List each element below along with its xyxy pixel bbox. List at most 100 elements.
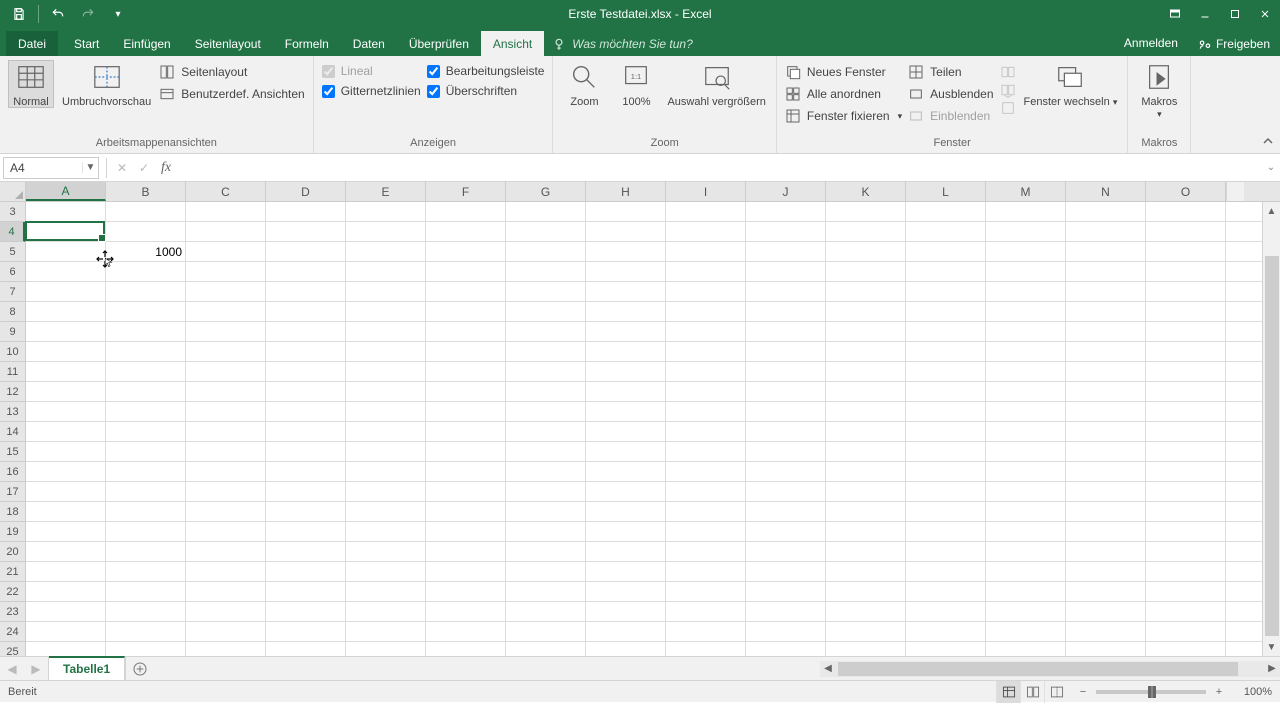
tell-me[interactable]: Was möchten Sie tun?	[544, 32, 1114, 56]
minimize-icon[interactable]	[1190, 0, 1220, 28]
tab-pagelayout[interactable]: Seitenlayout	[183, 31, 273, 56]
column-header[interactable]: B	[106, 182, 186, 201]
arrange-all-button[interactable]: Alle anordnen	[785, 86, 902, 102]
scroll-left-icon[interactable]: ◀	[820, 661, 836, 677]
column-header[interactable]: H	[586, 182, 666, 201]
scroll-up-icon[interactable]: ▲	[1263, 202, 1280, 220]
column-header[interactable]: C	[186, 182, 266, 201]
row-header[interactable]: 6	[0, 262, 25, 282]
row-header[interactable]: 4	[0, 222, 25, 242]
gridlines-checkbox[interactable]: Gitternetzlinien	[322, 84, 421, 98]
row-header[interactable]: 3	[0, 202, 25, 222]
headings-checkbox[interactable]: Überschriften	[427, 84, 545, 98]
column-header[interactable]: F	[426, 182, 506, 201]
row-header[interactable]: 16	[0, 462, 25, 482]
column-header[interactable]: O	[1146, 182, 1226, 201]
column-header[interactable]: I	[666, 182, 746, 201]
page-layout-view-button[interactable]: Seitenlayout	[159, 64, 304, 80]
row-header[interactable]: 14	[0, 422, 25, 442]
row-header[interactable]: 19	[0, 522, 25, 542]
zoom-level[interactable]: 100%	[1232, 686, 1272, 698]
row-header[interactable]: 17	[0, 482, 25, 502]
reset-window-button[interactable]	[1000, 100, 1016, 116]
row-header[interactable]: 20	[0, 542, 25, 562]
custom-views-button[interactable]: Benutzerdef. Ansichten	[159, 86, 304, 102]
column-header[interactable]: E	[346, 182, 426, 201]
expand-formula-bar-icon[interactable]: ⌄	[1262, 162, 1280, 173]
column-header[interactable]: G	[506, 182, 586, 201]
tab-file[interactable]: Datei	[6, 31, 58, 56]
insert-function-icon[interactable]: fx	[155, 157, 177, 179]
zoom-in-icon[interactable]: +	[1212, 686, 1226, 698]
tab-data[interactable]: Daten	[341, 31, 397, 56]
vertical-scrollbar[interactable]: ▲ ▼	[1262, 202, 1280, 656]
status-page-layout-icon[interactable]	[1020, 681, 1044, 703]
row-header[interactable]: 23	[0, 602, 25, 622]
row-header[interactable]: 18	[0, 502, 25, 522]
tab-formulas[interactable]: Formeln	[273, 31, 341, 56]
selected-cell[interactable]	[25, 221, 105, 241]
column-header[interactable]: D	[266, 182, 346, 201]
status-page-break-icon[interactable]	[1044, 681, 1068, 703]
name-box[interactable]: A4 ▼	[3, 157, 99, 179]
split-button[interactable]: Teilen	[908, 64, 993, 80]
tab-start[interactable]: Start	[62, 31, 111, 56]
name-box-dropdown-icon[interactable]: ▼	[82, 162, 98, 173]
save-icon[interactable]	[8, 3, 30, 25]
cells-area[interactable]: 1000	[26, 202, 1262, 656]
row-header[interactable]: 15	[0, 442, 25, 462]
column-header[interactable]: J	[746, 182, 826, 201]
sync-scroll-button[interactable]	[1000, 82, 1016, 98]
row-header[interactable]: 11	[0, 362, 25, 382]
row-header[interactable]: 22	[0, 582, 25, 602]
row-header[interactable]: 7	[0, 282, 25, 302]
close-icon[interactable]	[1250, 0, 1280, 28]
horizontal-scrollbar[interactable]: ◀ ▶	[820, 661, 1280, 677]
ribbon-display-options-icon[interactable]	[1160, 0, 1190, 28]
zoom-selection-button[interactable]: Auswahl vergrößern	[665, 60, 767, 108]
zoom-slider[interactable]	[1096, 690, 1206, 694]
column-header[interactable]: A	[26, 182, 106, 201]
row-header[interactable]: 13	[0, 402, 25, 422]
row-header[interactable]: 8	[0, 302, 25, 322]
new-window-button[interactable]: Neues Fenster	[785, 64, 902, 80]
view-side-by-side-button[interactable]	[1000, 64, 1016, 80]
row-header[interactable]: 12	[0, 382, 25, 402]
qat-customize-icon[interactable]: ▾	[107, 3, 129, 25]
hide-button[interactable]: Ausblenden	[908, 86, 993, 102]
signin-link[interactable]: Anmelden	[1114, 30, 1188, 56]
page-break-preview-button[interactable]: Umbruchvorschau	[60, 60, 153, 108]
collapse-ribbon-icon[interactable]	[1256, 56, 1280, 153]
column-header[interactable]: M	[986, 182, 1066, 201]
row-header[interactable]: 21	[0, 562, 25, 582]
row-headers[interactable]: 345678910111213141516171819202122232425	[0, 202, 26, 656]
row-header[interactable]: 25	[0, 642, 25, 656]
row-header[interactable]: 9	[0, 322, 25, 342]
select-all-button[interactable]	[0, 182, 26, 201]
column-header[interactable]: K	[826, 182, 906, 201]
cell-value[interactable]: 1000	[106, 242, 186, 262]
row-header[interactable]: 5	[0, 242, 25, 262]
tab-view[interactable]: Ansicht	[481, 31, 544, 56]
status-normal-view-icon[interactable]	[996, 681, 1020, 703]
redo-icon[interactable]	[77, 3, 99, 25]
row-header[interactable]: 10	[0, 342, 25, 362]
zoom-button[interactable]: Zoom	[561, 60, 607, 108]
share-button[interactable]: Freigeben	[1188, 32, 1280, 56]
formula-bar-checkbox[interactable]: Bearbeitungsleiste	[427, 64, 545, 78]
tab-review[interactable]: Überprüfen	[397, 31, 481, 56]
normal-view-button[interactable]: Normal	[8, 60, 54, 108]
zoom-out-icon[interactable]: −	[1076, 686, 1090, 698]
row-header[interactable]: 24	[0, 622, 25, 642]
switch-windows-button[interactable]: Fenster wechseln ▾	[1022, 60, 1120, 108]
sheet-tab-active[interactable]: Tabelle1	[49, 656, 125, 680]
maximize-icon[interactable]	[1220, 0, 1250, 28]
column-header[interactable]: L	[906, 182, 986, 201]
tab-insert[interactable]: Einfügen	[111, 31, 182, 56]
freeze-panes-button[interactable]: Fenster fixieren▾	[785, 108, 902, 124]
new-sheet-icon[interactable]	[126, 657, 154, 680]
scroll-down-icon[interactable]: ▼	[1263, 638, 1280, 656]
macros-button[interactable]: Makros▾	[1136, 60, 1182, 120]
undo-icon[interactable]	[47, 3, 69, 25]
scroll-right-icon[interactable]: ▶	[1264, 661, 1280, 677]
